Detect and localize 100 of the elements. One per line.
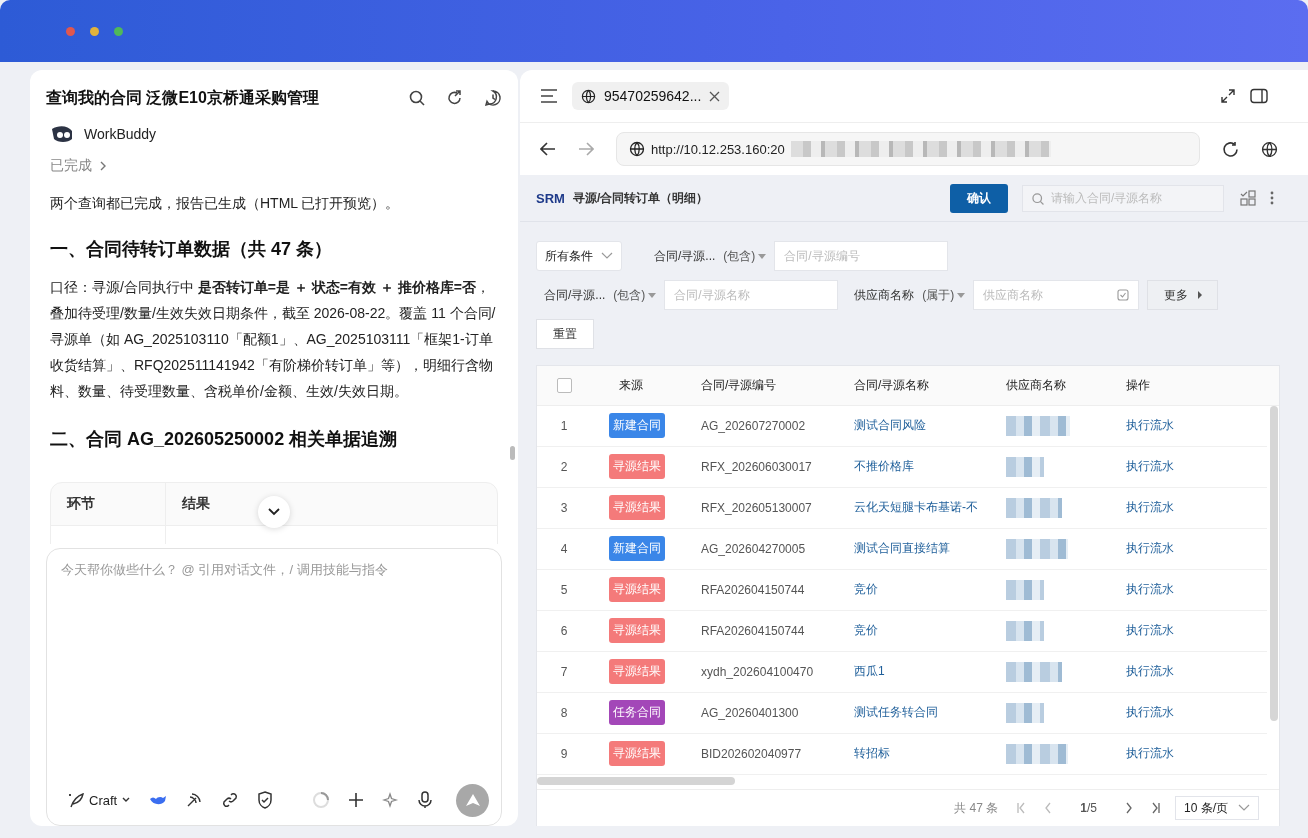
filter-input[interactable]: 供应商名称 <box>973 280 1140 310</box>
globe-icon <box>581 88 596 104</box>
filter-label: 合同/寻源... <box>543 286 606 304</box>
blurred-text <box>1006 661 1062 682</box>
section-heading: 一、合同待转订单数据（共 47 条） <box>50 238 334 261</box>
menu-icon[interactable] <box>540 89 558 103</box>
mode-dropdown[interactable]: Craft <box>67 792 132 808</box>
close-dot-icon[interactable] <box>66 26 75 36</box>
action-link[interactable]: 执行流水 <box>1126 499 1174 517</box>
next-page-icon[interactable] <box>1125 802 1133 815</box>
scrollbar-thumb[interactable] <box>1270 405 1278 721</box>
more-button[interactable]: 更多 <box>1147 280 1219 310</box>
row-number: 9 <box>559 746 569 761</box>
shield-check-icon[interactable] <box>257 791 274 809</box>
select-all-checkbox[interactable] <box>556 377 572 393</box>
message-text: 两个查询都已完成，报告已生成（HTML 已打开预览）。 <box>50 194 401 213</box>
action-link[interactable]: 执行流水 <box>1126 540 1174 558</box>
contract-link[interactable]: 云化天短腿卡布基诺-不 <box>854 499 978 517</box>
back-icon[interactable] <box>540 142 556 156</box>
last-page-icon[interactable] <box>1151 802 1161 815</box>
browser-tab[interactable]: 95470259642... <box>572 82 730 110</box>
arrow-up-icon <box>464 793 481 807</box>
reload-icon[interactable] <box>1222 140 1239 158</box>
microphone-icon[interactable] <box>418 791 432 809</box>
table-cell-text: RFX_202606030017 <box>700 459 813 474</box>
scrollbar-thumb[interactable] <box>537 777 735 786</box>
contract-link[interactable]: 不推价格库 <box>854 458 914 476</box>
condition-dropdown[interactable]: 所有条件 <box>536 241 622 271</box>
operator-dropdown[interactable]: (属于) <box>922 286 966 304</box>
caret-icon <box>758 253 767 259</box>
action-link[interactable]: 执行流水 <box>1126 622 1174 640</box>
action-link[interactable]: 执行流水 <box>1126 417 1174 435</box>
source-tag: 新建合同 <box>609 536 665 562</box>
globe-icon <box>629 141 645 157</box>
contract-link[interactable]: 测试合同直接结算 <box>854 540 950 558</box>
source-tag: 新建合同 <box>609 413 665 439</box>
total-count: 共 47 条 <box>954 799 999 817</box>
composer-box[interactable]: 今天帮你做些什么？ @ 引用对话文件，/ 调用技能与指令 Craft <box>46 548 502 826</box>
close-icon[interactable] <box>709 90 721 102</box>
action-link[interactable]: 执行流水 <box>1126 745 1174 763</box>
expand-icon[interactable] <box>1220 88 1236 104</box>
globe-icon[interactable] <box>1261 140 1278 158</box>
filter-label: 供应商名称 <box>853 286 915 304</box>
feather-icon <box>67 792 85 808</box>
caret-icon <box>121 796 132 804</box>
column-header: 结果 <box>181 494 211 513</box>
table-cell-text: AG_202604270005 <box>700 541 807 556</box>
page-indicator: 1/5 <box>1079 801 1098 816</box>
maximize-dot-icon[interactable] <box>114 26 123 36</box>
table-cell-text: AG_202607270002 <box>700 418 807 433</box>
page-size-dropdown[interactable]: 10 条/页 <box>1175 796 1259 821</box>
contract-link[interactable]: 测试任务转合同 <box>854 704 938 722</box>
contract-link[interactable]: 转招标 <box>854 745 890 763</box>
sparkle-icon[interactable] <box>382 791 400 809</box>
source-tag: 寻源结果 <box>609 659 665 685</box>
contract-link[interactable]: 竞价 <box>854 581 878 599</box>
blurred-text <box>1006 620 1044 641</box>
minimize-dot-icon[interactable] <box>90 26 99 36</box>
caret-icon <box>648 292 657 298</box>
status-link[interactable]: 已完成 <box>50 154 108 178</box>
share-icon[interactable] <box>446 89 464 107</box>
section-heading: 二、合同 AG_202605250002 相关单据追溯 <box>50 428 399 451</box>
filter-input[interactable]: 合同/寻源名称 <box>664 280 839 310</box>
action-link[interactable]: 执行流水 <box>1126 458 1174 476</box>
chevron-down-icon <box>1238 804 1250 813</box>
contract-link[interactable]: 西瓜1 <box>854 663 885 681</box>
action-link[interactable]: 执行流水 <box>1126 581 1174 599</box>
table-cell-text: BID202602040977 <box>700 746 803 761</box>
contract-link[interactable]: 测试合同风险 <box>854 417 926 435</box>
row-number: 7 <box>559 664 569 679</box>
chevron-icon <box>98 160 108 172</box>
reset-button[interactable]: 重置 <box>536 319 594 349</box>
filter-input[interactable]: 合同/寻源编号 <box>774 241 949 271</box>
chevron-down-icon <box>601 252 613 260</box>
page-title: 寻源/合同转订单（明细） <box>572 189 709 207</box>
contract-link[interactable]: 竞价 <box>854 622 878 640</box>
table-cell-text: RFA202604150744 <box>700 582 806 597</box>
layout-icon[interactable] <box>1240 190 1256 206</box>
table-cell-text: RFX_202605130007 <box>700 500 813 515</box>
source-tag: 任务合同 <box>609 700 665 726</box>
search-icon[interactable] <box>408 89 426 107</box>
operator-dropdown[interactable]: (包含) <box>723 247 767 265</box>
action-link[interactable]: 执行流水 <box>1126 663 1174 681</box>
column-header: 合同/寻源编号 <box>700 376 778 394</box>
chevron-down-icon <box>267 507 281 517</box>
scrollbar-thumb[interactable] <box>510 446 515 460</box>
confirm-button[interactable]: 确认 <box>950 183 1008 213</box>
sidebar-toggle-icon[interactable] <box>1250 88 1268 104</box>
action-link[interactable]: 执行流水 <box>1126 704 1174 722</box>
more-icon[interactable] <box>1270 191 1274 205</box>
blurred-text <box>1006 702 1044 723</box>
checkbox-list-icon[interactable] <box>1117 289 1130 301</box>
operator-dropdown[interactable]: (包含) <box>613 286 657 304</box>
plus-icon[interactable] <box>348 792 364 808</box>
blurred-text <box>1006 415 1070 436</box>
search-icon <box>1031 191 1045 206</box>
row-number: 4 <box>559 541 569 556</box>
address-bar[interactable]: http://10.12.253.160:20 <box>616 132 1200 166</box>
tool-icon[interactable] <box>185 791 204 809</box>
link-icon[interactable] <box>221 791 240 809</box>
